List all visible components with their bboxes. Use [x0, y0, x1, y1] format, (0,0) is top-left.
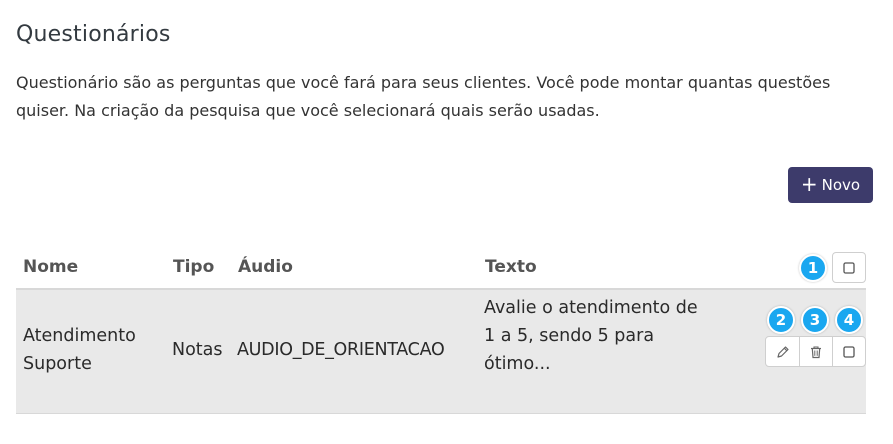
callout-badge-4: 4 — [835, 306, 863, 334]
cell-tipo: Notas — [172, 340, 223, 360]
column-header-tipo: Tipo — [173, 257, 215, 277]
callout-badge-3: 3 — [801, 306, 829, 334]
select-all-checkbox[interactable] — [832, 252, 866, 283]
plus-icon: + — [800, 172, 818, 196]
new-button-label: Novo — [821, 176, 861, 194]
edit-button[interactable] — [765, 336, 800, 367]
column-header-audio: Áudio — [238, 257, 293, 277]
page-description: Questionário são as perguntas que você f… — [16, 73, 831, 120]
delete-button[interactable] — [799, 336, 833, 367]
callout-badge-1: 1 — [799, 254, 827, 282]
page-title: Questionários — [16, 22, 171, 47]
cell-audio: AUDIO_DE_ORIENTACAO — [237, 340, 445, 360]
callout-badge-2: 2 — [767, 306, 795, 334]
column-header-nome: Nome — [23, 257, 79, 277]
trash-icon — [811, 345, 821, 358]
row-checkbox[interactable] — [832, 336, 866, 367]
checkbox-icon — [843, 345, 855, 358]
cell-nome: Atendimento Suporte — [23, 326, 136, 374]
pencil-icon — [776, 345, 789, 358]
checkbox-icon — [843, 261, 855, 274]
cell-texto: Avalie o atendimento de 1 a 5, sendo 5 p… — [484, 298, 698, 374]
column-header-texto: Texto — [485, 257, 537, 277]
new-button[interactable]: + Novo — [788, 167, 873, 203]
